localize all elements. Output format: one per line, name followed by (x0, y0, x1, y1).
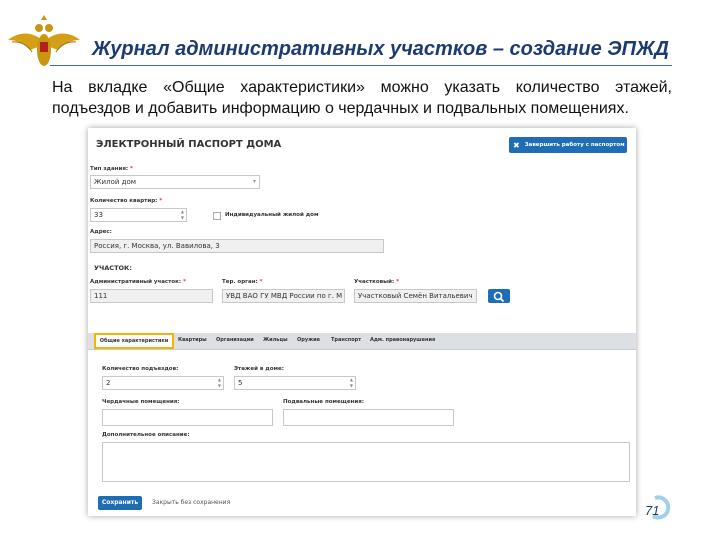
apartments-label: Количество квартир: * (90, 198, 163, 204)
page-number: 71 (645, 503, 660, 518)
finish-passport-label: Завершить работу с паспортом (524, 142, 625, 148)
officer-label: Участковый: * (354, 279, 400, 285)
app-screenshot: ЭЛЕКТРОННЫЙ ПАСПОРТ ДОМА ✖ Завершить раб… (88, 128, 636, 516)
attic-field[interactable] (102, 409, 273, 426)
entrances-stepper[interactable]: 2 ▲ ▼ (102, 376, 224, 390)
tab-bar: Общие характеристики Квартиры Организаци… (88, 333, 636, 350)
territorial-body-label: Тер. орган: * (222, 279, 263, 285)
floors-label: Этажей в доме: (234, 366, 284, 372)
officer-field[interactable]: Участковый Семён Витальевич (354, 289, 477, 303)
tab-transport[interactable]: Транспорт (331, 337, 361, 343)
admin-district-label: Административный участок: * (90, 279, 186, 285)
tab-residents[interactable]: Жильцы (263, 337, 288, 343)
basement-label: Подвальные помещения: (283, 399, 364, 405)
building-type-select[interactable]: Жилой дом ▾ (90, 175, 260, 189)
address-label: Адрес: (90, 229, 112, 235)
page-title: ЭЛЕКТРОННЫЙ ПАСПОРТ ДОМА (96, 139, 282, 150)
finish-passport-button[interactable]: ✖ Завершить работу с паспортом (509, 137, 627, 153)
attic-label: Чердачные помещения: (102, 399, 180, 405)
basement-field[interactable] (283, 409, 454, 426)
address-field[interactable]: Россия, г. Москва, ул. Вавилова, 3 (90, 239, 384, 253)
tab-admin-offenses[interactable]: Адм. правонарушения (370, 337, 435, 343)
save-button[interactable]: Сохранить (98, 496, 142, 510)
floors-stepper[interactable]: 5 ▲ ▼ (234, 376, 356, 390)
stepper-arrows-icon: ▲ ▼ (349, 377, 353, 388)
search-icon (493, 291, 505, 303)
individual-house-label: Индивидуальный жилой дом (225, 212, 319, 218)
territorial-body-field[interactable]: УВД ВАО ГУ МВД России по г. М (222, 289, 345, 303)
extra-description-textarea[interactable] (102, 442, 630, 482)
close-without-saving-button[interactable]: Закрыть без сохранения (152, 499, 230, 506)
entrances-label: Количество подъездов: (102, 366, 179, 372)
stepper-arrows-icon: ▲ ▼ (217, 377, 221, 388)
apartments-stepper[interactable]: 33 ▲ ▼ (90, 208, 187, 222)
chevron-down-icon: ▾ (252, 178, 256, 185)
officer-search-button[interactable] (488, 289, 510, 303)
tab-weapons[interactable]: Оружие (297, 337, 320, 343)
district-section-heading: УЧАСТОК: (94, 264, 132, 272)
tab-organizations[interactable]: Организации (216, 337, 254, 343)
building-type-label: Тип здания: * (90, 166, 133, 172)
mvd-emblem-icon (8, 15, 80, 66)
close-icon: ✖ (513, 140, 520, 150)
tab-apartments[interactable]: Квартиры (178, 337, 207, 343)
slide-title: Журнал административных участков – созда… (92, 38, 670, 60)
admin-district-field[interactable]: 111 (90, 289, 213, 303)
stepper-arrows-icon: ▲ ▼ (180, 209, 184, 220)
intro-paragraph: На вкладке «Общие характеристики» можно … (52, 79, 672, 117)
individual-house-checkbox[interactable] (213, 212, 221, 220)
extra-description-label: Дополнительное описание: (102, 432, 190, 438)
title-divider (50, 65, 672, 66)
tab-general[interactable]: Общие характеристики (94, 333, 174, 349)
